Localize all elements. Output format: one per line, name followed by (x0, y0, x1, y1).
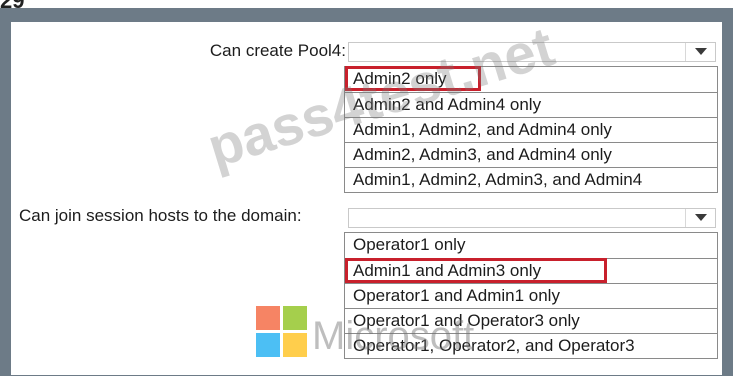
chevron-down-icon[interactable] (685, 43, 715, 61)
logo-square-yellow (283, 333, 307, 357)
pool4-option[interactable]: Admin2 only (345, 66, 717, 92)
question-label-session-hosts: Can join session hosts to the domain: (19, 206, 302, 225)
microsoft-logo-icon (256, 306, 316, 366)
answer-panel: Can create Pool4: Admin2 only Admin2 and… (11, 22, 722, 375)
pool4-option[interactable]: Admin1, Admin2, and Admin4 only (345, 117, 717, 142)
pool4-dropdown[interactable] (348, 42, 716, 62)
session-hosts-option[interactable]: Operator1, Operator2, and Operator3 (345, 333, 717, 358)
pool4-option[interactable]: Admin1, Admin2, Admin3, and Admin4 (345, 167, 717, 192)
logo-square-green (283, 306, 307, 330)
logo-square-red (256, 306, 280, 330)
answer-frame: Can create Pool4: Admin2 only Admin2 and… (0, 8, 733, 376)
question-label-pool4: Can create Pool4: (209, 41, 346, 60)
pool4-options-list: Admin2 only Admin2 and Admin4 only Admin… (344, 66, 718, 193)
session-hosts-options-list: Operator1 only Admin1 and Admin3 only Op… (344, 232, 718, 359)
session-hosts-option[interactable]: Admin1 and Admin3 only (345, 258, 717, 283)
chevron-down-icon[interactable] (685, 209, 715, 227)
pool4-option[interactable]: Admin2 and Admin4 only (345, 92, 717, 117)
pool4-option[interactable]: Admin2, Admin3, and Admin4 only (345, 142, 717, 167)
session-hosts-option[interactable]: Operator1 and Admin1 only (345, 283, 717, 308)
session-hosts-option[interactable]: Operator1 and Operator3 only (345, 308, 717, 333)
logo-square-blue (256, 333, 280, 357)
top-strip: 29 (0, 0, 733, 13)
session-hosts-option[interactable]: Operator1 only (345, 233, 717, 258)
session-hosts-dropdown[interactable] (348, 208, 716, 228)
